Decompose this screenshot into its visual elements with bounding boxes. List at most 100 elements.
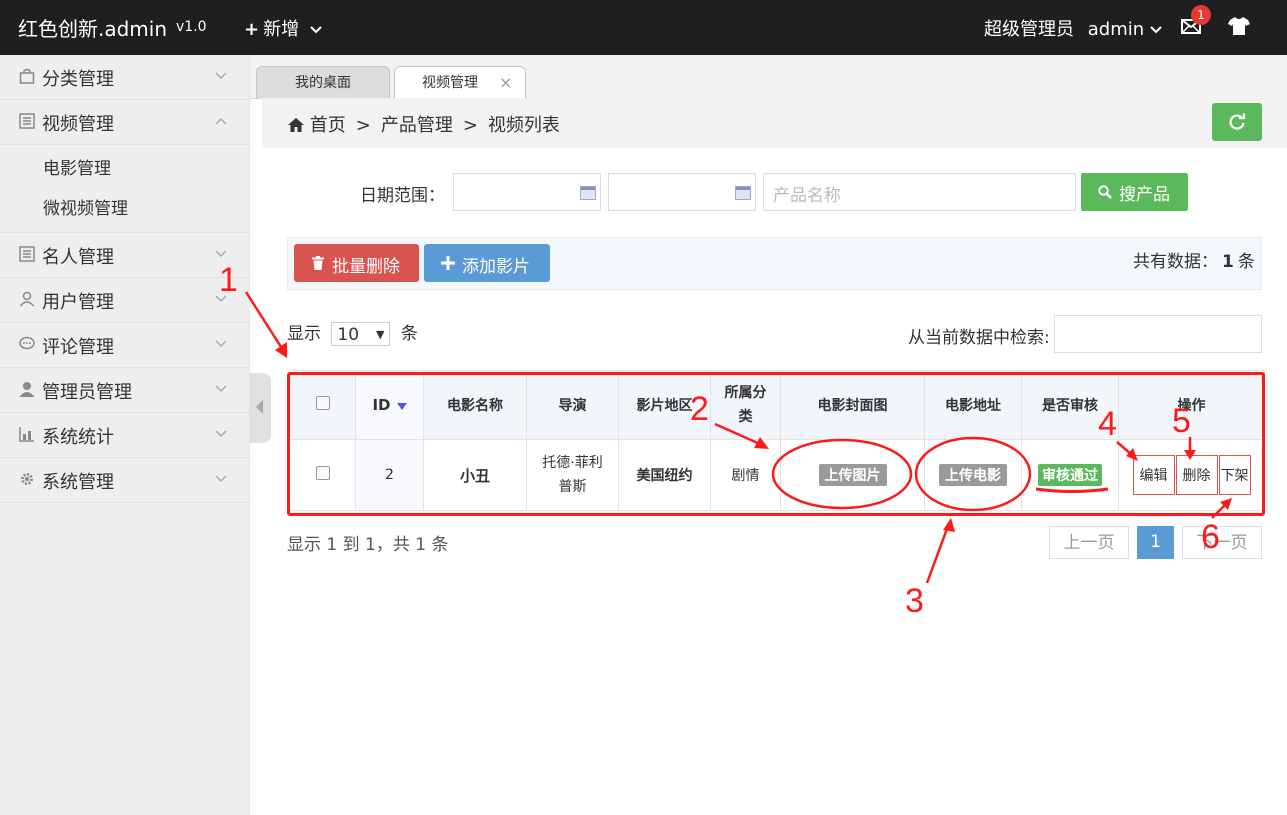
version-label: v1.0 [176, 19, 207, 35]
column-header-actions: 操作 [1118, 370, 1265, 440]
edit-button[interactable]: 编辑 [1132, 455, 1175, 495]
breadcrumb-product[interactable]: 产品管理 [381, 115, 453, 136]
next-page-button[interactable]: 下一页 [1182, 526, 1262, 559]
annotation-arrowhead-3 [943, 518, 955, 532]
sidebar-item-label: 评论管理 [42, 337, 114, 358]
chevron-down-icon [215, 250, 227, 258]
breadcrumb-home[interactable]: 首页 [310, 115, 346, 136]
sort-desc-icon[interactable] [396, 402, 407, 410]
column-header-category: 所属分类 [710, 370, 781, 440]
review-status-badge: 审核通过 [1038, 464, 1102, 486]
column-header-label: 电影名称 [447, 398, 503, 414]
dropdown-arrow-icon: ▼ [375, 328, 385, 341]
current-page-button[interactable]: 1 [1137, 526, 1174, 559]
brand-title[interactable]: 红色创新.admin [18, 13, 167, 42]
annotation-number-3: 3 [905, 582, 924, 620]
annotation-arrow-1 [244, 291, 285, 351]
tab-bar: 我的桌面 视频管理 × [250, 55, 1287, 99]
show-suffix: 条 [400, 324, 418, 344]
show-prefix: 显示 [287, 324, 321, 344]
column-header-director: 导演 [526, 370, 619, 440]
cell-cover: 上传图片 [780, 439, 925, 511]
batch-delete-label: 批量删除 [332, 257, 400, 277]
date-range-label: 日期范围： [360, 186, 445, 206]
cell-url: 上传电影 [924, 439, 1022, 511]
cell-category: 剧情 [710, 439, 781, 511]
add-new-menu[interactable]: + 新增 [244, 15, 322, 41]
chevron-down-icon [215, 340, 227, 348]
column-header-label: 影片地区 [636, 398, 693, 414]
column-header-id[interactable]: ID [355, 370, 424, 440]
sidebar-item-category[interactable]: 分类管理 [0, 55, 249, 100]
list-icon [19, 246, 35, 262]
plus-icon [441, 256, 455, 270]
sidebar-item-comment[interactable]: 评论管理 [0, 323, 249, 368]
upload-image-button[interactable]: 上传图片 [818, 464, 887, 486]
cell-director: 托德·菲利普斯 [526, 439, 619, 511]
sidebar-item-celebrity[interactable]: 名人管理 [0, 233, 249, 278]
delete-button[interactable]: 删除 [1175, 455, 1218, 495]
breadcrumb-bar: 首页 > 产品管理 > 视频列表 [262, 98, 1287, 148]
sidebar-subitem-movie[interactable]: 电影管理 [0, 145, 249, 185]
select-all-checkbox[interactable] [315, 396, 330, 410]
sidebar-item-label: 用户管理 [42, 292, 114, 313]
sidebar-item-system[interactable]: 系统管理 [0, 458, 249, 503]
calendar-icon[interactable] [735, 186, 751, 200]
date-end-input[interactable] [608, 173, 756, 211]
prev-page-button[interactable]: 上一页 [1049, 526, 1129, 559]
list-icon [19, 113, 35, 129]
date-start-input[interactable] [453, 173, 601, 211]
breadcrumb-video-list: 视频列表 [487, 115, 560, 136]
add-film-button[interactable]: 添加影片 [424, 244, 550, 282]
breadcrumb-separator: > [355, 115, 371, 136]
annotation-number-4: 4 [1098, 405, 1117, 443]
close-icon[interactable]: × [499, 67, 512, 99]
page-size-value: 10 [337, 325, 360, 345]
tab-label: 视频管理 [422, 75, 478, 91]
username: admin [1087, 19, 1145, 40]
page-size-control: 显示 10 ▼ 条 [287, 319, 418, 346]
breadcrumb: 首页 > 产品管理 > 视频列表 [288, 111, 560, 137]
sidebar-item-statistics[interactable]: 系统统计 [0, 413, 249, 458]
sidebar-item-label: 名人管理 [42, 247, 114, 268]
column-header-label: 电影地址 [945, 398, 1001, 414]
add-new-label: 新增 [263, 19, 300, 40]
row-select-cell [289, 439, 356, 511]
upload-movie-button[interactable]: 上传电影 [939, 464, 1007, 486]
search-icon [1098, 185, 1112, 199]
user-solid-icon [19, 382, 35, 397]
chevron-up-icon [215, 117, 227, 125]
take-down-button[interactable]: 下架 [1218, 455, 1251, 495]
sidebar-item-video[interactable]: 视频管理 [0, 100, 249, 145]
sidebar-collapse-handle[interactable] [250, 373, 271, 443]
column-header-label: 所属分类 [724, 385, 767, 425]
row-checkbox[interactable] [315, 466, 330, 480]
movie-table: ID 电影名称 导演 影片地区 所属分类 电影封面图 电影地址 是否审核 操作 … [289, 370, 1265, 511]
sidebar-item-label: 系统管理 [42, 472, 114, 493]
chevron-down-icon [1150, 26, 1162, 34]
trash-icon [312, 256, 324, 270]
theme-shirt-icon[interactable] [1228, 16, 1250, 36]
calendar-icon[interactable] [580, 186, 596, 200]
user-role: 超级管理员 [984, 19, 1074, 40]
table-row: 2 小丑 托德·菲利普斯 美国纽约 剧情 上传图片 上传电影 审核通过 编辑 删除… [289, 439, 1265, 511]
sidebar-subitem-microvideo[interactable]: 微视频管理 [0, 185, 249, 233]
batch-delete-button[interactable]: 批量删除 [294, 244, 419, 282]
refresh-button[interactable] [1212, 103, 1262, 141]
sidebar-subitem-label: 电影管理 [43, 159, 111, 179]
tab-desktop[interactable]: 我的桌面 [256, 66, 390, 99]
annotation-number-2: 2 [690, 390, 709, 428]
sidebar-item-admin[interactable]: 管理员管理 [0, 368, 249, 413]
user-menu[interactable]: 超级管理员 admin [984, 15, 1162, 41]
director-text: 托德·菲利普斯 [542, 455, 603, 495]
page-size-select[interactable]: 10 ▼ [331, 322, 391, 346]
total-suffix: 条 [1237, 252, 1255, 272]
sidebar-item-user[interactable]: 用户管理 [0, 278, 249, 323]
product-name-input[interactable]: 产品名称 [763, 173, 1076, 211]
annotation-number-6: 6 [1201, 518, 1220, 556]
search-current-input[interactable] [1054, 315, 1262, 353]
chart-icon [19, 427, 34, 442]
search-product-label: 搜产品 [1119, 185, 1170, 205]
tab-video-manage[interactable]: 视频管理 × [394, 66, 526, 99]
search-product-button[interactable]: 搜产品 [1081, 173, 1188, 211]
